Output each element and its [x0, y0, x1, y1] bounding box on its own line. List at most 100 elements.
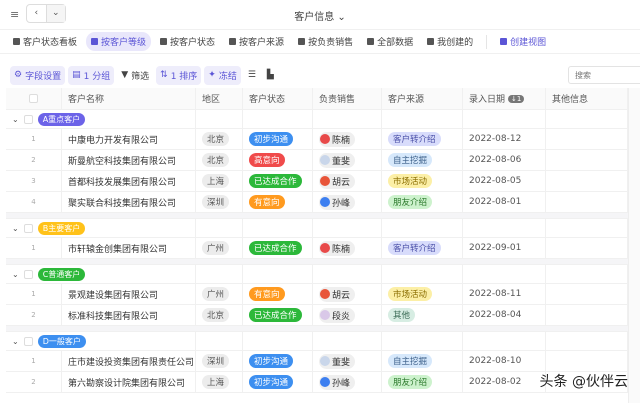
view-tab[interactable]: 客户状态看板	[8, 32, 82, 51]
view-tab[interactable]: 全部数据	[362, 32, 418, 51]
customer-name-cell[interactable]: 首都科技发展集团有限公司	[62, 171, 196, 191]
customer-name-cell[interactable]: 第六勘察设计院集团有限公司	[62, 372, 196, 392]
other-info-cell[interactable]	[546, 150, 628, 170]
table-row[interactable]: 2 斯曼航空科技集团有限公司 北京 高意向 董斐 自主挖掘 2022-08-06	[6, 150, 640, 171]
source-cell[interactable]: 市场活动	[382, 284, 463, 304]
source-cell[interactable]: 自主挖掘	[382, 351, 463, 371]
region-cell[interactable]: 上海	[196, 372, 243, 392]
other-info-cell[interactable]	[546, 305, 628, 325]
group-checkbox[interactable]	[23, 269, 33, 279]
status-cell[interactable]: 高意向	[243, 150, 313, 170]
sales-cell[interactable]: 董斐	[313, 150, 382, 170]
customer-name-cell[interactable]: 标准科技集团有限公司	[62, 305, 196, 325]
other-info-cell[interactable]	[546, 238, 628, 258]
chevron-down-icon[interactable]: ⌄	[12, 270, 19, 279]
date-cell[interactable]: 2022-08-01	[463, 192, 546, 212]
table-row[interactable]: 4 聚实联合科技集团有限公司 深圳 有意向 孙峰 朋友介绍 2022-08-01	[6, 192, 640, 213]
view-tab[interactable]: 按客户来源	[224, 32, 289, 51]
source-cell[interactable]: 自主挖掘	[382, 150, 463, 170]
date-cell[interactable]: 2022-08-12	[463, 129, 546, 149]
other-info-cell[interactable]	[546, 351, 628, 371]
col-header[interactable]: 负责销售	[313, 88, 382, 109]
sales-cell[interactable]: 段炎	[313, 305, 382, 325]
source-cell[interactable]: 客户转介绍	[382, 238, 463, 258]
date-cell[interactable]: 2022-08-04	[463, 305, 546, 325]
scrollbar[interactable]	[628, 88, 640, 403]
region-cell[interactable]: 广州	[196, 238, 243, 258]
date-cell[interactable]: 2022-08-05	[463, 171, 546, 191]
create-view-button[interactable]: 创建视图	[495, 32, 551, 51]
table-row[interactable]: 1 庄市建设投资集团有限责任公司 深圳 初步沟通 董斐 自主挖掘 2022-08…	[6, 351, 640, 372]
table-row[interactable]: 1 景观建设集团有限公司 广州 有意向 胡云 市场活动 2022-08-11	[6, 284, 640, 305]
status-cell[interactable]: 有意向	[243, 284, 313, 304]
select-all-checkbox[interactable]	[29, 94, 38, 103]
source-cell[interactable]: 市场活动	[382, 171, 463, 191]
other-info-cell[interactable]	[546, 129, 628, 149]
status-cell[interactable]: 初步沟通	[243, 351, 313, 371]
customer-name-cell[interactable]: 聚实联合科技集团有限公司	[62, 192, 196, 212]
table-row[interactable]: 1 市轩辕金创集团有限公司 广州 已达成合作 陈楠 客户转介绍 2022-09-…	[6, 238, 640, 259]
col-header[interactable]: 客户名称	[62, 88, 196, 109]
filter-button[interactable]: ▼ 筛选	[117, 66, 153, 85]
sales-cell[interactable]: 孙峰	[313, 372, 382, 392]
date-cell[interactable]: 2022-08-02	[463, 372, 546, 392]
date-cell[interactable]: 2022-09-01	[463, 238, 546, 258]
region-cell[interactable]: 北京	[196, 150, 243, 170]
group-button[interactable]: ▤ 1 分组	[68, 65, 115, 85]
row-height-button[interactable]: ☰	[244, 67, 260, 83]
status-cell[interactable]: 有意向	[243, 192, 313, 212]
status-cell[interactable]: 已达成合作	[243, 238, 313, 258]
region-cell[interactable]: 北京	[196, 305, 243, 325]
field-settings-button[interactable]: ⚙ 字段设置	[10, 65, 66, 85]
date-cell[interactable]: 2022-08-06	[463, 150, 546, 170]
source-cell[interactable]: 客户转介绍	[382, 129, 463, 149]
page-title[interactable]: 客户信息 ⌄	[0, 8, 640, 23]
customer-name-cell[interactable]: 中康电力开发有限公司	[62, 129, 196, 149]
view-tab[interactable]: 按负责销售	[293, 32, 358, 51]
region-cell[interactable]: 北京	[196, 129, 243, 149]
status-cell[interactable]: 初步沟通	[243, 129, 313, 149]
col-header[interactable]: 地区	[196, 88, 243, 109]
source-cell[interactable]: 朋友介绍	[382, 192, 463, 212]
table-row[interactable]: 3 首都科技发展集团有限公司 上海 已达成合作 胡云 市场活动 2022-08-…	[6, 171, 640, 192]
sales-cell[interactable]: 胡云	[313, 171, 382, 191]
group-checkbox[interactable]	[23, 114, 33, 124]
table-row[interactable]: 1 中康电力开发有限公司 北京 初步沟通 陈楠 客户转介绍 2022-08-12	[6, 129, 640, 150]
status-cell[interactable]: 已达成合作	[243, 305, 313, 325]
sales-cell[interactable]: 董斐	[313, 351, 382, 371]
date-cell[interactable]: 2022-08-10	[463, 351, 546, 371]
customer-name-cell[interactable]: 市轩辕金创集团有限公司	[62, 238, 196, 258]
col-header[interactable]: 其他信息	[546, 88, 628, 109]
view-tab[interactable]: 按客户状态	[155, 32, 220, 51]
region-cell[interactable]: 广州	[196, 284, 243, 304]
sales-cell[interactable]: 孙峰	[313, 192, 382, 212]
table-row[interactable]: 2 标准科技集团有限公司 北京 已达成合作 段炎 其他 2022-08-04	[6, 305, 640, 326]
other-info-cell[interactable]	[546, 171, 628, 191]
group-checkbox[interactable]	[23, 336, 33, 346]
date-cell[interactable]: 2022-08-11	[463, 284, 546, 304]
customer-name-cell[interactable]: 斯曼航空科技集团有限公司	[62, 150, 196, 170]
search-input[interactable]	[568, 66, 640, 84]
region-cell[interactable]: 深圳	[196, 351, 243, 371]
source-cell[interactable]: 朋友介绍	[382, 372, 463, 392]
sort-button[interactable]: ⇅ 1 排序	[156, 65, 202, 85]
col-header[interactable]: 客户状态	[243, 88, 313, 109]
region-cell[interactable]: 深圳	[196, 192, 243, 212]
view-tab[interactable]: 我创建的	[422, 32, 478, 51]
sales-cell[interactable]: 陈楠	[313, 238, 382, 258]
status-cell[interactable]: 初步沟通	[243, 372, 313, 392]
view-tab[interactable]: 按客户等级	[86, 32, 152, 51]
col-header-date[interactable]: 录入日期 ↓1	[463, 88, 546, 109]
sales-cell[interactable]: 胡云	[313, 284, 382, 304]
status-cell[interactable]: 已达成合作	[243, 171, 313, 191]
col-header[interactable]: 客户来源	[382, 88, 463, 109]
other-info-cell[interactable]	[546, 192, 628, 212]
chevron-down-icon[interactable]: ⌄	[12, 115, 19, 124]
source-cell[interactable]: 其他	[382, 305, 463, 325]
sales-cell[interactable]: 陈楠	[313, 129, 382, 149]
region-cell[interactable]: 上海	[196, 171, 243, 191]
customer-name-cell[interactable]: 庄市建设投资集团有限责任公司	[62, 351, 196, 371]
group-checkbox[interactable]	[23, 223, 33, 233]
chevron-down-icon[interactable]: ⌄	[12, 224, 19, 233]
customer-name-cell[interactable]: 景观建设集团有限公司	[62, 284, 196, 304]
